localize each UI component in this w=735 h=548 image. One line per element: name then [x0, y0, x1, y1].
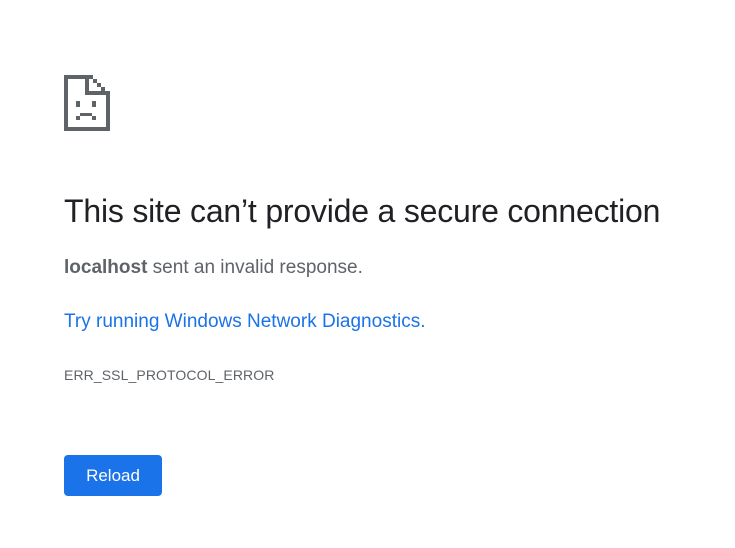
error-summary-text: sent an invalid response. [147, 257, 363, 278]
diagnostics-period: . [420, 311, 426, 332]
network-diagnostics-link[interactable]: Try running Windows Network Diagnostics [64, 311, 420, 332]
sad-page-icon [64, 75, 110, 131]
error-title: This site can’t provide a secure connect… [64, 193, 661, 229]
reload-button[interactable]: Reload [64, 455, 162, 496]
host-name: localhost [64, 257, 148, 278]
diagnostics-suggestion: Try running Windows Network Diagnostics. [64, 310, 425, 334]
error-page: This site can’t provide a secure connect… [0, 0, 735, 548]
error-code: ERR_SSL_PROTOCOL_ERROR [64, 367, 275, 383]
error-summary: localhost sent an invalid response. [64, 256, 363, 280]
